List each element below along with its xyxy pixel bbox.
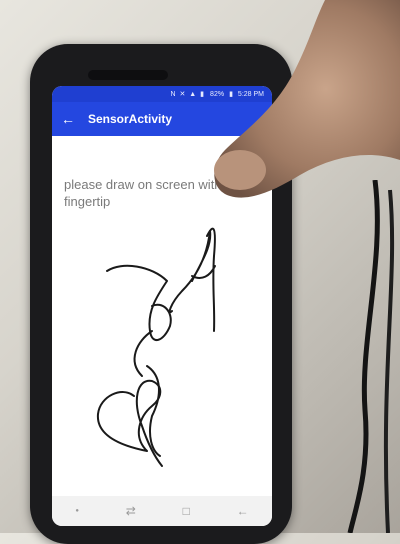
phone-speaker	[88, 70, 168, 80]
status-bar: N ✕ ▲ ▮ 82% ▮ 5:28 PM	[52, 86, 272, 102]
back-icon[interactable]: ←	[237, 504, 249, 518]
app-title: SensorActivity	[88, 112, 173, 126]
drawing-area[interactable]: please draw on screen with your fingerti…	[52, 136, 272, 496]
charging-cable	[347, 180, 395, 533]
status-icons: N ✕ ▲ ▮	[170, 91, 206, 98]
clock: 5:28 PM	[237, 90, 264, 98]
home-icon[interactable]: □	[183, 504, 190, 518]
recent-apps-icon[interactable]: ⇄	[126, 504, 136, 518]
app-bar: ← SensorActivity	[52, 102, 272, 136]
nav-dot-icon: ●	[75, 508, 79, 514]
back-arrow-icon[interactable]: ←	[54, 111, 82, 127]
nav-bar: ● ⇄ □ ←	[52, 496, 272, 526]
battery-icon: ▮	[229, 91, 233, 98]
battery-level: 82%	[210, 90, 225, 98]
signature-drawing	[96, 227, 216, 467]
phone-screen: N ✕ ▲ ▮ 82% ▮ 5:28 PM ← SensorActivity p…	[52, 86, 272, 526]
